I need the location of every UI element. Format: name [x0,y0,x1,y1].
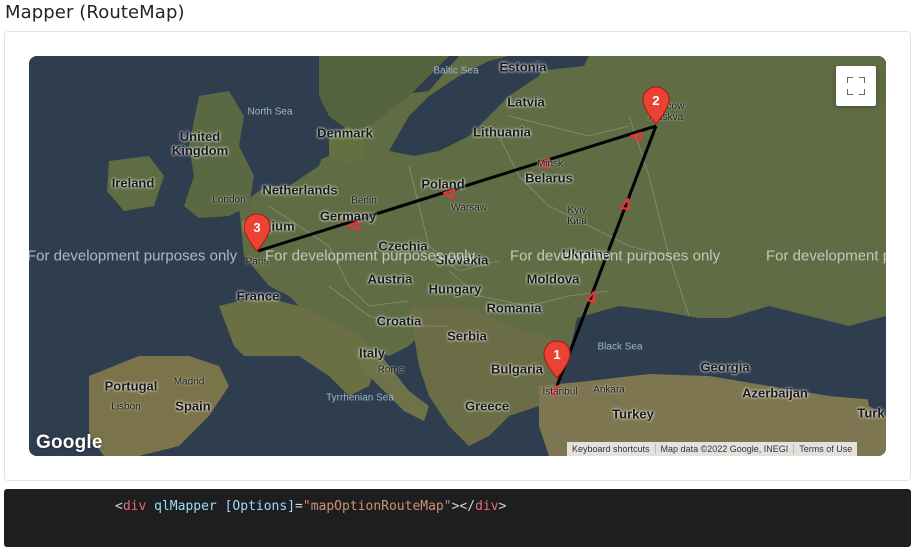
code-punct: < [115,499,123,514]
fullscreen-button[interactable] [836,66,876,106]
map-marker-2[interactable]: 2 [641,86,671,126]
google-logo[interactable]: Google [36,432,103,454]
marker-label: 2 [652,93,659,108]
code-line: <div qlMapper [Options]="mapOptionRouteM… [115,499,506,514]
route-arrow [548,384,560,398]
code-punct: ></ [451,499,476,514]
terms-of-use-link[interactable]: Terms of Use [794,444,857,454]
code-tag: div [122,499,147,514]
code-punct: = [295,499,303,514]
map-attribution: Keyboard shortcuts Map data ©2022 Google… [567,442,858,456]
code-string: "mapOptionRouteMap" [302,499,452,514]
marker-label: 3 [253,220,260,235]
route-arrow [537,157,551,170]
code-attr: qlMapper [146,499,225,514]
route-line [257,124,658,387]
code-block: <div qlMapper [Options]="mapOptionRouteM… [4,489,911,547]
map-data-text: Map data ©2022 Google, INEGI [660,444,789,454]
route-arrows [347,131,643,398]
code-punct: > [498,499,507,514]
code-tag: div [475,499,499,514]
route-arrow [619,197,631,211]
map-marker-1[interactable]: 1 [542,340,572,380]
code-attr: [Options] [224,499,296,514]
route-overlay [257,124,658,398]
map-marker-3[interactable]: 3 [242,213,272,253]
keyboard-shortcuts-link[interactable]: Keyboard shortcuts [567,444,655,454]
route-map[interactable]: Baltic Sea North Sea Black Sea Tyrrhenia… [29,56,886,456]
fullscreen-icon [847,77,865,95]
page-title: Mapper (RouteMap) [5,2,185,23]
marker-label: 1 [553,347,560,362]
